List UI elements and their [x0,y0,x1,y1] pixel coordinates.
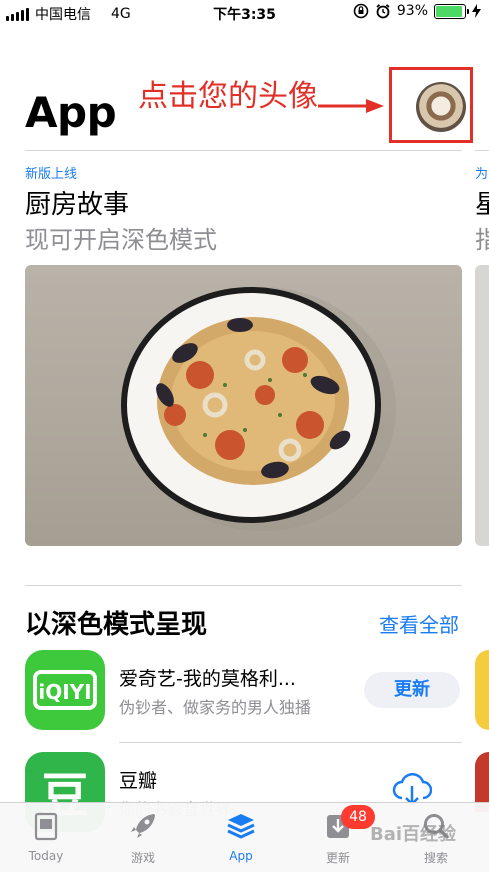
section-title: 以深色模式呈现 [25,610,208,640]
iqiyi-logo-text: iQIYI [38,680,91,704]
next-card-title[interactable]: 星 [475,184,489,221]
battery-percent: 93% [396,3,428,19]
iqiyi-app-icon[interactable]: iQIYI [25,650,105,730]
user-avatar-icon[interactable] [416,82,466,132]
tab-label: 更新 [325,851,350,865]
next-card-tag: 为 [475,167,489,182]
header-divider-peek [475,150,489,151]
annotation-text: 点击您的头像 [138,79,318,114]
section-divider [25,585,462,586]
status-bar: 中国电信 4G 下午3:35 93% [0,0,489,26]
next-column-app-icon[interactable] [475,650,489,730]
orientation-lock-icon [353,3,369,19]
featured-tag: 新版上线 [25,167,78,182]
rocket-icon [131,814,155,838]
annotation-arrow-icon [318,99,384,113]
cloud-download-icon[interactable] [392,772,432,806]
charging-icon [472,4,481,18]
battery-icon [434,3,469,19]
watermark: Bai百经验 [370,824,457,845]
page-title: App [25,88,117,137]
featured-subtitle: 现可开启深色模式 [25,226,217,254]
tab-games[interactable]: 游戏 [108,811,178,866]
tab-label: Today [28,849,64,863]
update-button[interactable]: 更新 [364,672,460,708]
see-all-link[interactable]: 查看全部 [379,609,459,638]
next-card-image[interactable] [475,265,489,546]
alarm-icon [376,4,390,19]
app-name[interactable]: 豆瓣 [119,766,369,793]
layers-icon [227,814,255,839]
plate-of-pasta-icon [121,287,396,531]
tab-updates[interactable]: 48 更新 [303,805,375,866]
tab-label: 游戏 [130,851,155,865]
header-divider [25,150,462,151]
app-list-item[interactable]: iQIYI 爱奇艺-我的莫格利... 伪钞者、做家务的男人独播 更新 [25,650,462,732]
tab-label: App [229,849,253,863]
today-icon [34,812,58,841]
featured-title[interactable]: 厨房故事 [25,184,129,221]
featured-image[interactable] [25,265,462,546]
tab-apps[interactable]: App [206,811,276,863]
status-right: 93% [353,3,481,19]
app-name[interactable]: 爱奇艺-我的莫格利... [119,664,369,691]
tab-today[interactable]: Today [11,811,81,863]
app-description: 伪钞者、做家务的男人独播 [119,698,312,717]
next-card-subtitle: 指 [475,226,489,254]
tab-label: 搜索 [423,851,448,865]
app-row-divider [119,742,462,743]
